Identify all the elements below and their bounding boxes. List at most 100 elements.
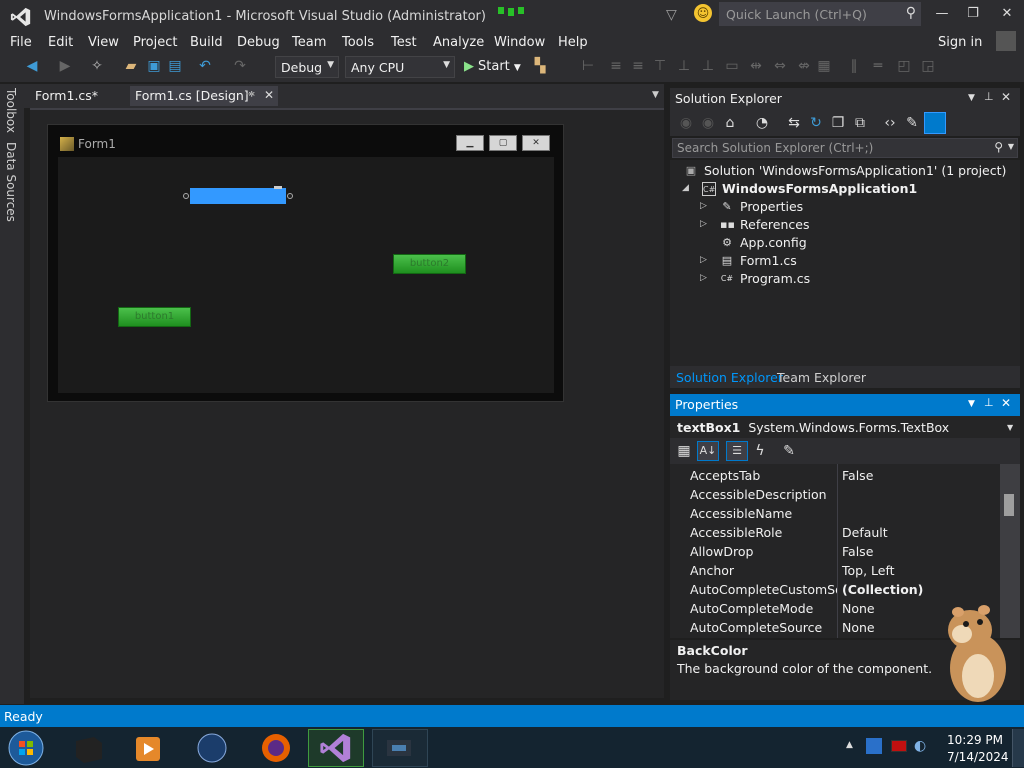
forward-icon[interactable]: ◉ bbox=[700, 115, 716, 131]
back-icon[interactable]: ◉ bbox=[678, 115, 694, 131]
menu-project[interactable]: Project bbox=[133, 35, 177, 50]
pin-icon[interactable]: ⊥ bbox=[984, 90, 994, 103]
decrease-spacing-icon[interactable]: ⇎ bbox=[796, 58, 812, 74]
align-middle-icon[interactable]: ⊥ bbox=[676, 58, 692, 74]
collapsed-arrow-icon[interactable]: ▷ bbox=[700, 273, 707, 283]
align-left-icon[interactable]: ⊢ bbox=[580, 58, 596, 74]
new-project-icon[interactable]: ✧ bbox=[89, 58, 105, 74]
feedback-smiley-icon[interactable]: ☺ bbox=[694, 4, 712, 22]
form1-window[interactable]: Form1 ▁ ▢ ✕ bbox=[47, 124, 564, 402]
property-value[interactable]: False bbox=[842, 544, 873, 559]
textbox1[interactable] bbox=[190, 188, 286, 204]
chevron-down-icon[interactable]: ▼ bbox=[968, 93, 975, 103]
system-tray-red-icon[interactable] bbox=[891, 740, 907, 752]
property-row[interactable]: Anchor Top, Left bbox=[670, 561, 1000, 580]
save-icon[interactable]: ▣ bbox=[146, 58, 162, 74]
taskbar-app-cube-icon[interactable] bbox=[60, 729, 116, 767]
tab-form1-code[interactable]: Form1.cs* bbox=[35, 88, 98, 103]
align-right-icon[interactable]: ≡ bbox=[630, 58, 646, 74]
toolbox-tab[interactable]: Toolbox bbox=[4, 88, 18, 133]
property-value[interactable]: False bbox=[842, 468, 873, 483]
menu-tools[interactable]: Tools bbox=[342, 35, 374, 50]
make-same-size-icon[interactable]: ▭ bbox=[724, 58, 740, 74]
resize-handle-left[interactable] bbox=[183, 193, 189, 199]
data-sources-tab[interactable]: Data Sources bbox=[4, 142, 18, 222]
system-tray-network-icon[interactable] bbox=[866, 738, 882, 754]
chevron-down-icon[interactable]: ▼ bbox=[968, 399, 975, 409]
align-top-icon[interactable]: ⊤ bbox=[652, 58, 668, 74]
platform-dropdown[interactable]: Any CPU ▼ bbox=[345, 56, 455, 78]
events-lightning-icon[interactable]: ϟ bbox=[752, 443, 768, 459]
tree-item-form1[interactable]: ▷ ▤ Form1.cs bbox=[670, 252, 1020, 270]
sign-in-link[interactable]: Sign in bbox=[938, 35, 982, 50]
pending-changes-icon[interactable]: ◔ bbox=[754, 115, 770, 131]
filter-icon[interactable]: ▽ bbox=[666, 7, 677, 23]
send-to-back-icon[interactable]: ◲ bbox=[920, 58, 936, 74]
property-row[interactable]: AccessibleRole Default bbox=[670, 523, 1000, 542]
menu-view[interactable]: View bbox=[88, 35, 119, 50]
property-row[interactable]: AcceptsTab False bbox=[670, 466, 1000, 485]
tab-team-explorer[interactable]: Team Explorer bbox=[777, 370, 866, 385]
property-value[interactable]: Top, Left bbox=[842, 563, 895, 578]
solution-explorer-search-input[interactable]: Search Solution Explorer (Ctrl+;) ⚲ ▼ bbox=[672, 138, 1018, 158]
menu-analyze[interactable]: Analyze bbox=[433, 35, 484, 50]
button2[interactable]: button2 bbox=[393, 254, 466, 274]
navigate-forward-icon[interactable]: ▶ bbox=[57, 58, 73, 74]
property-pages-icon[interactable]: ✎ bbox=[781, 443, 797, 459]
property-value[interactable]: None bbox=[842, 601, 875, 616]
close-tab-icon[interactable]: ✕ bbox=[264, 88, 274, 102]
taskbar-globe-icon[interactable] bbox=[184, 729, 240, 767]
tree-item-appconfig[interactable]: ⚙ App.config bbox=[670, 234, 1020, 252]
navigate-back-icon[interactable]: ◀ bbox=[24, 58, 40, 74]
tree-item-solution[interactable]: ▣ Solution 'WindowsFormsApplication1' (1… bbox=[670, 162, 1020, 180]
scrollbar-thumb[interactable] bbox=[1004, 494, 1014, 516]
undo-icon[interactable]: ↶ bbox=[197, 58, 213, 74]
sync-icon[interactable]: ⇆ bbox=[786, 115, 802, 131]
minimize-button[interactable]: — bbox=[932, 6, 952, 24]
menu-edit[interactable]: Edit bbox=[48, 35, 73, 50]
bring-to-front-icon[interactable]: ◰ bbox=[896, 58, 912, 74]
property-value[interactable]: Default bbox=[842, 525, 888, 540]
chevron-down-icon[interactable]: ▼ bbox=[1007, 423, 1013, 432]
property-row[interactable]: AccessibleDescription bbox=[670, 485, 1000, 504]
menu-help[interactable]: Help bbox=[558, 35, 588, 50]
close-icon[interactable]: ✕ bbox=[1001, 396, 1011, 410]
menu-file[interactable]: File bbox=[10, 35, 32, 50]
refresh-icon[interactable]: ↻ bbox=[808, 115, 824, 131]
tree-item-program[interactable]: ▷ C# Program.cs bbox=[670, 270, 1020, 288]
property-row[interactable]: AccessibleName bbox=[670, 504, 1000, 523]
menu-window[interactable]: Window bbox=[494, 35, 545, 50]
show-desktop-button[interactable] bbox=[1012, 729, 1024, 767]
close-icon[interactable]: ✕ bbox=[1001, 90, 1011, 104]
taskbar-media-player-icon[interactable] bbox=[120, 729, 176, 767]
tree-item-references[interactable]: ▷ ▪▪ References bbox=[670, 216, 1020, 234]
center-vertically-icon[interactable]: ═ bbox=[870, 58, 886, 74]
alphabetical-button[interactable]: A↓ bbox=[697, 441, 719, 461]
configuration-dropdown[interactable]: Debug ▼ bbox=[275, 56, 339, 78]
resize-handle-right[interactable] bbox=[287, 193, 293, 199]
notification-icon[interactable] bbox=[496, 4, 526, 18]
clock-time[interactable]: 10:29 PM bbox=[947, 733, 1003, 747]
align-center-icon[interactable]: ≡ bbox=[608, 58, 624, 74]
tree-item-project[interactable]: ◢ C# WindowsFormsApplication1 bbox=[670, 180, 1020, 198]
property-row[interactable]: AllowDrop False bbox=[670, 542, 1000, 561]
pin-icon[interactable]: ⊸ bbox=[246, 89, 254, 100]
solution-configurations-icon[interactable]: ▚ bbox=[532, 58, 548, 74]
collapsed-arrow-icon[interactable]: ▷ bbox=[700, 201, 707, 211]
button1[interactable]: button1 bbox=[118, 307, 191, 327]
property-row[interactable]: AutoCompleteCustomSource (Collection) bbox=[670, 580, 1000, 599]
taskbar-firefox-icon[interactable] bbox=[248, 729, 304, 767]
properties-wrench-icon[interactable]: ✎ bbox=[904, 115, 920, 131]
restore-button[interactable]: ❐ bbox=[963, 6, 983, 24]
collapse-all-icon[interactable]: ❐ bbox=[830, 115, 846, 131]
form1-client-area[interactable] bbox=[58, 157, 554, 393]
tab-solution-explorer[interactable]: Solution Explorer bbox=[676, 370, 783, 385]
center-horizontally-icon[interactable]: ∥ bbox=[846, 58, 862, 74]
system-tray-volume-icon[interactable]: ◐ bbox=[914, 738, 926, 754]
remove-spacing-icon[interactable]: ▦ bbox=[816, 58, 832, 74]
horizontal-spacing-icon[interactable]: ⇹ bbox=[748, 58, 764, 74]
start-orb-icon[interactable] bbox=[6, 729, 46, 767]
increase-spacing-icon[interactable]: ⇔ bbox=[772, 58, 788, 74]
clock-date[interactable]: 7/14/2024 bbox=[947, 750, 1009, 764]
view-code-icon[interactable]: ‹› bbox=[882, 115, 898, 131]
